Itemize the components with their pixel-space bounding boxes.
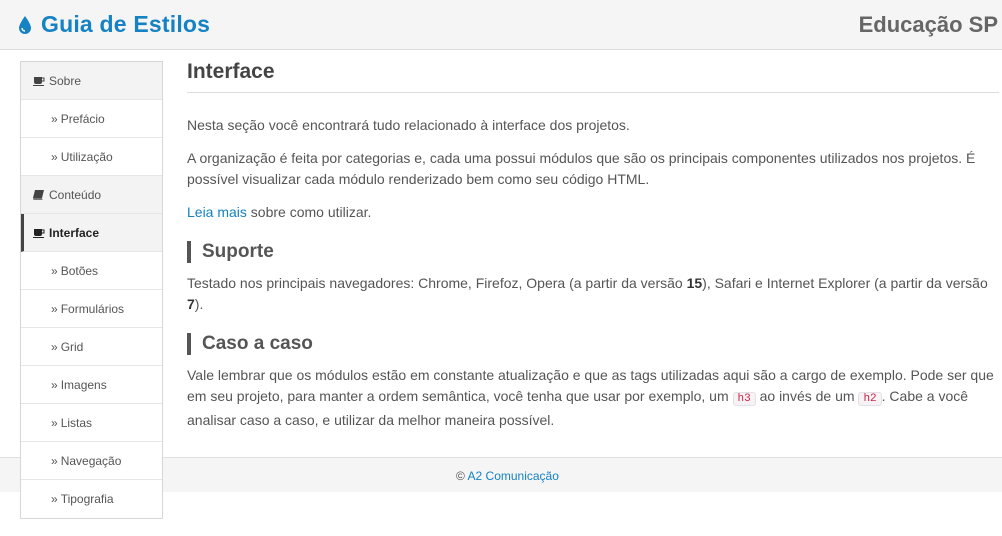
raquo-icon: »: [51, 492, 58, 506]
organization-paragraph: A organização é feita por categorias e, …: [187, 150, 976, 187]
raquo-icon: »: [51, 377, 58, 392]
suporte-text: Testado nos principais navegadores: Chro…: [187, 275, 687, 291]
sidebar-item-label: Tipografia: [60, 492, 114, 506]
top-navbar: Guia de Estilos Educação SP: [0, 0, 1002, 50]
raquo-icon: »: [51, 111, 58, 126]
sidebar-item-label: Prefácio: [60, 111, 105, 126]
sidebar-item-label: Imagens: [60, 377, 107, 392]
sidebar-item-label: Botões: [60, 263, 99, 278]
suporte-paragraph: Testado nos principais navegadores: Chro…: [187, 273, 999, 315]
sidebar-item-label: Utilização: [60, 149, 113, 164]
version-number: 7: [187, 296, 195, 312]
sidebar-item-formularios[interactable]: » Formulários: [21, 290, 162, 328]
water-drop-icon: [19, 15, 31, 34]
footer-credits: © A2 Comunicação: [456, 469, 559, 483]
section-heading-caso-a-caso: Caso a caso: [187, 333, 999, 355]
sidebar-item-tipografia[interactable]: » Tipografia: [21, 480, 162, 518]
sidebar-item-navegacao[interactable]: » Navegação: [21, 442, 162, 480]
version-number: 15: [686, 275, 703, 291]
copyright-symbol: ©: [456, 469, 465, 483]
read-more-paragraph: Leia mais sobre como utilizar.: [187, 202, 999, 223]
read-more-text: sobre como utilizar.: [246, 204, 372, 220]
raquo-icon: »: [51, 263, 58, 278]
coffee-cup-icon: [33, 228, 45, 238]
sidebar-item-grid[interactable]: » Grid: [21, 328, 162, 366]
caso-text: ao invés de um: [755, 388, 859, 404]
caso-paragraph: Vale lembrar que os módulos estão em con…: [187, 365, 999, 431]
raquo-icon: »: [51, 301, 58, 316]
sidebar-item-listas[interactable]: » Listas: [21, 404, 162, 442]
sidebar-item-conteudo[interactable]: Conteúdo: [21, 176, 162, 214]
sidebar-item-label: Conteúdo: [49, 187, 102, 202]
sidebar-item-utilizacao[interactable]: » Utilização: [21, 138, 162, 176]
page-title: Interface: [187, 60, 999, 93]
raquo-icon: »: [51, 453, 58, 468]
read-more-link[interactable]: Leia mais: [187, 204, 247, 220]
sidebar-item-label: Grid: [60, 339, 84, 354]
suporte-text: ).: [194, 296, 204, 312]
sidebar-item-imagens[interactable]: » Imagens: [21, 366, 162, 404]
sidebar-item-label: Sobre: [49, 73, 82, 88]
raquo-icon: »: [51, 149, 58, 164]
sidebar-item-label: Navegação: [60, 453, 122, 468]
sidebar-item-label: Interface: [49, 225, 100, 240]
main-content: Interface Nesta seção você encontrará tu…: [187, 60, 999, 431]
brand-title: Guia de Estilos: [41, 11, 211, 37]
code-tag: h3: [732, 392, 756, 406]
book-icon: [33, 189, 44, 200]
sidebar-item-interface[interactable]: Interface: [21, 214, 162, 252]
sidebar-item-sobre[interactable]: Sobre: [21, 62, 162, 100]
sidebar-item-botoes[interactable]: » Botões: [21, 252, 162, 290]
sidebar-item-prefacio[interactable]: » Prefácio: [21, 100, 162, 138]
footer-company-link[interactable]: A2 Comunicação: [468, 469, 559, 483]
code-tag: h2: [858, 392, 882, 406]
section-heading-suporte: Suporte: [187, 241, 999, 263]
sidebar-nav: Sobre » Prefácio » Utilização Conteúdo I…: [20, 61, 163, 519]
sidebar-item-label: Formulários: [60, 301, 125, 316]
raquo-icon: »: [51, 339, 58, 354]
raquo-icon: »: [51, 415, 58, 430]
suporte-text: ), Safari e Internet Explorer (a partir …: [702, 275, 988, 291]
brand-link[interactable]: Guia de Estilos: [17, 11, 210, 38]
coffee-cup-icon: [33, 76, 45, 86]
sidebar-item-label: Listas: [60, 415, 93, 430]
intro-paragraph: Nesta seção você encontrará tudo relacio…: [187, 117, 630, 133]
organization-title: Educação SP: [858, 12, 998, 37]
